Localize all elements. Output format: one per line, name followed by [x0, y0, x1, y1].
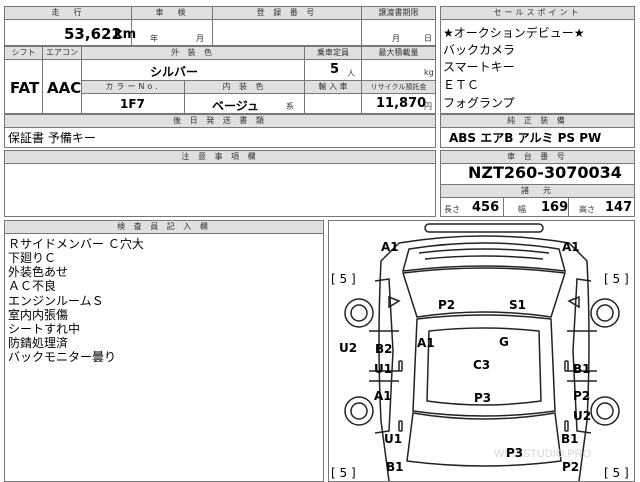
- recycle-unit: 円: [424, 102, 432, 111]
- inspection-header: 車 検: [132, 7, 212, 20]
- damage-code: B2: [375, 342, 393, 356]
- height-label: 高さ: [579, 205, 595, 214]
- equipment-header: 純 正 装 備: [441, 115, 634, 128]
- shift-value: FAT: [10, 79, 40, 97]
- color-no-header: カラーNo.: [82, 81, 184, 94]
- sales-item: ★オークションデビュー★: [443, 26, 585, 40]
- transfer-month-unit: 月: [392, 34, 400, 43]
- ac-header: エアコン: [43, 47, 81, 60]
- interior-value: ベージュ: [212, 99, 259, 113]
- inspector-header: 検 査 員 記 入 欄: [5, 221, 323, 234]
- exterior-value: シルバー: [150, 65, 199, 79]
- damage-code: P2: [562, 460, 580, 474]
- notes-header: 注 意 事 項 欄: [5, 151, 435, 164]
- height-value: 147: [605, 200, 633, 215]
- color-no-value: 1F7: [120, 97, 145, 111]
- sales-header: セールスポイント: [441, 7, 634, 20]
- damage-code: [ 5 ]: [604, 466, 629, 480]
- sales-item: スマートキー: [443, 60, 515, 74]
- ac-value: AAC: [47, 79, 82, 97]
- exterior-header: 外 装 色: [82, 47, 304, 60]
- equipment-value: ABS エアB アルミ PS PW: [449, 131, 602, 145]
- inspection-month-unit: 月: [196, 34, 204, 43]
- capacity-unit: 人: [347, 69, 355, 78]
- damage-code: U2: [339, 341, 358, 355]
- damage-code: A1: [381, 240, 399, 254]
- damage-code: G: [499, 335, 509, 349]
- damage-code: P2: [573, 389, 591, 403]
- capacity-value: 5: [330, 62, 340, 77]
- load-header: 最大積載量: [362, 47, 435, 60]
- damage-code: U1: [374, 362, 393, 376]
- damage-code: P3: [506, 446, 524, 460]
- length-label: 長さ: [444, 205, 460, 214]
- damage-code: S1: [509, 298, 526, 312]
- inspection-year-unit: 年: [150, 34, 158, 43]
- damage-code: U1: [384, 432, 403, 446]
- damage-code: [ 5 ]: [604, 272, 629, 286]
- transfer-day-unit: 日: [424, 34, 432, 43]
- inspector-line: バックモニター曇り: [8, 350, 117, 364]
- sales-item: フォグランプ: [443, 96, 515, 110]
- damage-code: C3: [473, 358, 491, 372]
- damage-code: B1: [561, 432, 579, 446]
- mileage-unit: km: [114, 27, 137, 42]
- recycle-value: 11,870: [376, 96, 427, 111]
- damage-code: B1: [573, 362, 591, 376]
- width-label: 幅: [518, 205, 526, 214]
- damage-code: A1: [374, 389, 392, 403]
- damage-code: A1: [417, 336, 435, 350]
- load-unit: kg: [424, 68, 434, 77]
- sales-item: ＥＴＣ: [443, 78, 480, 92]
- docs-header: 後 日 発 送 書 類: [5, 115, 435, 128]
- chassis-number: NZT260-3070034: [468, 163, 622, 182]
- mileage-header: 走 行: [5, 7, 131, 20]
- damage-code: A1: [562, 240, 580, 254]
- capacity-header: 乗車定員: [305, 47, 361, 60]
- registration-header: 登 録 番 号: [213, 7, 361, 20]
- damage-code: P2: [438, 298, 456, 312]
- damage-code: [ 5 ]: [331, 272, 356, 286]
- transfer-header: 譲渡書期限: [362, 7, 435, 20]
- recycle-header: リサイクル預託金: [362, 81, 435, 94]
- damage-code: B1: [386, 460, 404, 474]
- docs-value: 保証書 予備キー: [8, 131, 96, 145]
- damage-code: U2: [573, 409, 592, 423]
- dims-header: 諸 元: [441, 185, 634, 198]
- shift-header: シフト: [5, 47, 42, 60]
- damage-code: P3: [474, 391, 492, 405]
- interior-suffix: 系: [286, 102, 294, 111]
- length-value: 456: [472, 200, 500, 215]
- import-header: 輸 入 車: [305, 81, 361, 94]
- width-value: 169: [541, 200, 569, 215]
- sales-item: バックカメラ: [443, 43, 516, 57]
- damage-code: [ 5 ]: [331, 466, 356, 480]
- interior-header: 内 装 色: [185, 81, 304, 94]
